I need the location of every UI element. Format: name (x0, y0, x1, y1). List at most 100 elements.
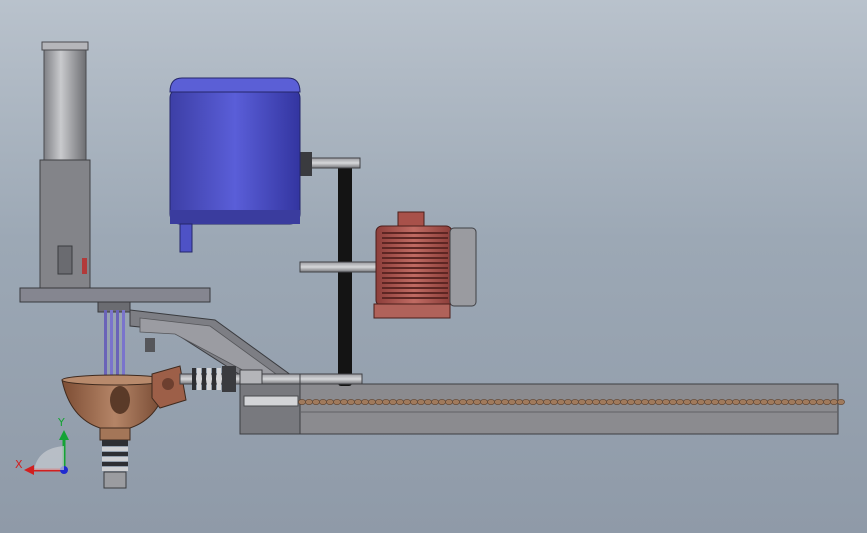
cooling-fin (382, 292, 448, 294)
chain-link (704, 399, 712, 405)
chain-link (431, 399, 439, 405)
chute-bracket (145, 338, 155, 352)
chain-link (466, 399, 474, 405)
chain-link (452, 399, 460, 405)
chain-link (767, 399, 775, 405)
chain-link (396, 399, 404, 405)
chain-link (501, 399, 509, 405)
chain-link (809, 399, 817, 405)
cooling-fin (382, 247, 448, 249)
chain-link (564, 399, 572, 405)
chain-link (711, 399, 719, 405)
lower-pulley-shaft (299, 373, 363, 385)
chain-link (340, 399, 348, 405)
chain-link (718, 399, 726, 405)
chain-link (557, 399, 565, 405)
hopper-top-tube (43, 43, 87, 161)
chain-link (347, 399, 355, 405)
chain-link (445, 399, 453, 405)
mounting-plate[interactable] (19, 287, 211, 303)
chain-link (480, 399, 488, 405)
chain-link (725, 399, 733, 405)
chain-link (487, 399, 495, 405)
chain-link (571, 399, 579, 405)
chain-link (438, 399, 446, 405)
hopper-window (57, 245, 73, 275)
cooling-fin (382, 267, 448, 269)
chain-link (333, 399, 341, 405)
cooling-fin (382, 287, 448, 289)
chain-link (683, 399, 691, 405)
cooling-fin (382, 252, 448, 254)
chain-link (515, 399, 523, 405)
chain-link (522, 399, 530, 405)
middle-pulley-shaft (299, 261, 377, 273)
guide-rods[interactable] (104, 310, 125, 382)
chain-link (823, 399, 831, 405)
chain-link (424, 399, 432, 405)
red-motor-endcap (449, 227, 477, 307)
red-motor[interactable] (373, 211, 477, 319)
chain-link (620, 399, 628, 405)
blue-motor-outlet (179, 223, 193, 253)
blue-motor-band (170, 210, 300, 224)
chain-link (368, 399, 376, 405)
blue-motor[interactable] (169, 77, 301, 253)
chain-link (382, 399, 390, 405)
chain-link (795, 399, 803, 405)
belt-assembly[interactable] (298, 152, 377, 386)
chain-link (816, 399, 824, 405)
chain-link (641, 399, 649, 405)
mounting-plate-underside (97, 301, 131, 313)
chain-link (578, 399, 586, 405)
chain-link (732, 399, 740, 405)
chain-link (662, 399, 670, 405)
cooling-fin (382, 237, 448, 239)
cooling-fin (382, 232, 448, 234)
hopper-column[interactable] (39, 41, 91, 289)
cooling-fin (382, 277, 448, 279)
red-motor-foot (373, 303, 451, 319)
chain-link (417, 399, 425, 405)
bowl-spring[interactable] (102, 440, 128, 489)
chain-link (837, 399, 845, 405)
x-axis-label: X (15, 458, 23, 471)
chain-link (606, 399, 614, 405)
chain-link (802, 399, 810, 405)
drive-bracket[interactable] (151, 365, 187, 409)
chain-link (830, 399, 838, 405)
chain-link (536, 399, 544, 405)
chain-link (473, 399, 481, 405)
conveyor-slot (243, 395, 299, 407)
cad-viewport[interactable]: X Y (0, 0, 867, 533)
chain-link (459, 399, 467, 405)
chain-link (354, 399, 362, 405)
chain-link (319, 399, 327, 405)
feed-chute[interactable] (129, 309, 297, 379)
bowl-neck (99, 427, 131, 441)
chain-link (361, 399, 369, 405)
cooling-fin (382, 262, 448, 264)
cooling-fin (382, 257, 448, 259)
chain-link (788, 399, 796, 405)
chain-link (550, 399, 558, 405)
bowl-slot (110, 386, 130, 414)
cooling-fin (382, 297, 448, 299)
chain-link (312, 399, 320, 405)
chain-link (326, 399, 334, 405)
chain-link (585, 399, 593, 405)
hopper-lid (41, 41, 89, 51)
hopper-red-marker (82, 258, 87, 274)
chain-link (375, 399, 383, 405)
chain-link (592, 399, 600, 405)
chain-link (655, 399, 663, 405)
chain-link (403, 399, 411, 405)
chain-link (690, 399, 698, 405)
conveyor-frame[interactable] (239, 383, 839, 435)
cooling-fin (382, 272, 448, 274)
y-axis-label: Y (57, 416, 65, 429)
chain-link (697, 399, 705, 405)
cooling-fin (382, 242, 448, 244)
chain-link (648, 399, 656, 405)
chain-link (494, 399, 502, 405)
